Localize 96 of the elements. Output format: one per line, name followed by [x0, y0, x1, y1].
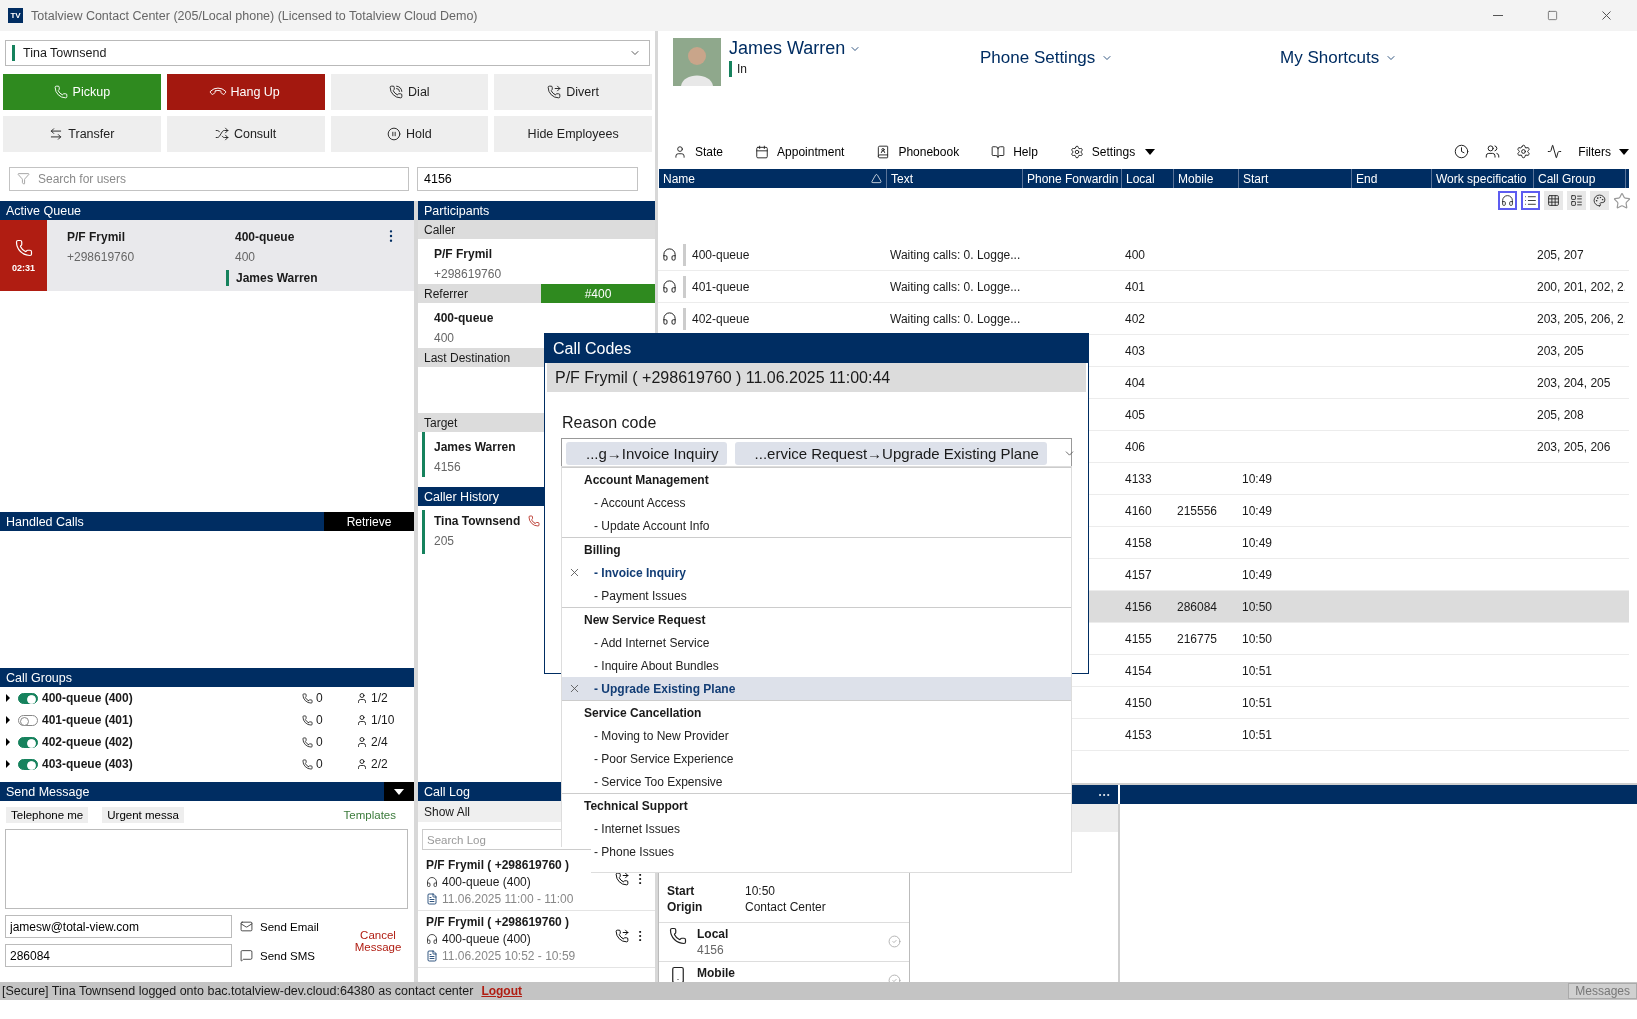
waiting-count: 0	[316, 735, 323, 749]
agent-count: 1/10	[371, 713, 395, 727]
table-cell: 4158	[1125, 535, 1152, 550]
agent-count: 2/2	[371, 757, 388, 771]
panel-header: Handled Calls Retrieve	[0, 512, 414, 531]
queue-name: 400-queue	[235, 230, 296, 244]
participant-name: P/F Frymil	[434, 247, 493, 261]
table-cell: 203, 205, 206, 2.	[1537, 311, 1625, 326]
table-cell: 4153	[1125, 727, 1152, 742]
table-cell: 4155	[1125, 631, 1152, 646]
field-value: 10:50	[745, 884, 777, 900]
section-title: Target	[424, 415, 458, 430]
table-cell: 405	[1125, 407, 1146, 422]
table-cell: 401-queue	[692, 279, 750, 294]
table-cell: 400	[1125, 247, 1146, 262]
participant-name: James Warren	[434, 440, 517, 454]
participant-number: 400	[434, 331, 456, 345]
queue-number: 400	[235, 250, 257, 264]
log-queue: 400-queue (400)	[442, 932, 531, 946]
field-label: Origin	[667, 900, 704, 916]
waiting-count: 0	[316, 713, 323, 727]
table-cell: 403	[1125, 343, 1146, 358]
table-cell: 10:50	[1242, 599, 1273, 614]
dialog-subtitle: P/F Frymil ( +298619760 ) 11.06.2025 11:00:44	[547, 363, 1086, 392]
app-logo: TV	[8, 8, 23, 23]
waiting-count: 0	[316, 691, 323, 705]
table-cell: 203, 204, 205	[1537, 375, 1611, 390]
table-cell: 10:51	[1242, 727, 1273, 742]
panel-header: Send Message	[0, 782, 414, 801]
table-cell: 215556	[1177, 503, 1218, 518]
status-text: [Secure] Tina Townsend logged onto bac.totalview-dev.cloud:64380 as contact center	[2, 984, 474, 998]
table-cell: 10:49	[1242, 503, 1273, 518]
referrer-badge: #400	[541, 284, 655, 303]
panel-header: Participants	[418, 201, 655, 220]
participant-number: +298619760	[434, 267, 503, 281]
waiting-count: 0	[316, 757, 323, 771]
table-cell: 4157	[1125, 567, 1152, 582]
table-cell: Waiting calls: 0. Logge...	[890, 279, 1021, 294]
agent-name: James Warren	[236, 271, 318, 285]
group-name: 402-queue (402)	[42, 735, 134, 749]
table-cell: 10:49	[1242, 535, 1273, 550]
table-cell: 400-queue	[692, 247, 750, 262]
table-cell: 205, 208	[1537, 407, 1584, 422]
table-cell: 4160	[1125, 503, 1152, 518]
presence-status: In	[737, 62, 747, 76]
section-title: Last Destination	[424, 350, 511, 365]
caller-number: +298619760	[67, 250, 136, 264]
table-cell: 4156	[1125, 599, 1152, 614]
table-cell: 402-queue	[692, 311, 750, 326]
table-cell: Waiting calls: 0. Logge...	[890, 311, 1021, 326]
table-cell: 10:51	[1242, 663, 1273, 678]
log-queue: 400-queue (400)	[442, 875, 531, 889]
panel-header: Call Groups	[0, 668, 414, 687]
table-cell: 203, 205	[1537, 343, 1584, 358]
caller-name: P/F Frymil	[67, 230, 126, 244]
table-cell: 216775	[1177, 631, 1218, 646]
table-cell: 401	[1125, 279, 1146, 294]
timer-text: 02:31	[12, 262, 35, 273]
history-name: Tina Townsend	[434, 514, 521, 528]
participant-name: 400-queue	[434, 311, 495, 325]
phone-label: Local	[697, 927, 730, 941]
group-name: 400-queue (400)	[42, 691, 134, 705]
table-cell: 10:49	[1242, 471, 1273, 486]
table-cell: 10:51	[1242, 695, 1273, 710]
table-cell: 4150	[1125, 695, 1152, 710]
table-cell: 10:49	[1242, 567, 1273, 582]
log-time: 11.06.2025 11:00 - 11:00	[442, 892, 574, 906]
section-title: Referrer	[424, 286, 468, 301]
log-caller: P/F Frymil ( +298619760 )	[426, 915, 571, 929]
agent-count: 2/4	[371, 735, 388, 749]
field-label: Start	[667, 884, 696, 900]
table-cell: 406	[1125, 439, 1146, 454]
table-cell: 200, 201, 202, 2.	[1537, 279, 1625, 294]
dialog-title: Call Codes	[545, 334, 1088, 363]
history-number: 205	[434, 534, 456, 548]
table-cell: 404	[1125, 375, 1146, 390]
group-name: 403-queue (403)	[42, 757, 134, 771]
log-time: 11.06.2025 10:52 - 10:59	[442, 949, 576, 963]
table-cell: 205, 207	[1537, 247, 1584, 262]
agent-count: 1/2	[371, 691, 388, 705]
participant-number: 4156	[434, 460, 462, 474]
table-cell: 10:50	[1242, 631, 1273, 646]
field-value: Contact Center	[745, 900, 827, 916]
table-cell: 286084	[1177, 599, 1218, 614]
field-label: Reason code	[562, 414, 658, 432]
table-cell: 4133	[1125, 471, 1152, 486]
section-title: Caller	[424, 222, 456, 237]
group-name: 401-queue (401)	[42, 713, 134, 727]
panel-header: Active Queue	[0, 201, 414, 220]
phone-number: 4156	[697, 943, 725, 957]
table-cell: Waiting calls: 0. Logge...	[890, 247, 1021, 262]
phone-label: Mobile	[697, 966, 736, 980]
table-cell: 4154	[1125, 663, 1152, 678]
table-cell: 203, 205, 206	[1537, 439, 1611, 454]
window-title: Totalview Contact Center (205/Local phone) (Licensed to Totalview Cloud Demo)	[31, 8, 479, 23]
table-cell: 402	[1125, 311, 1146, 326]
